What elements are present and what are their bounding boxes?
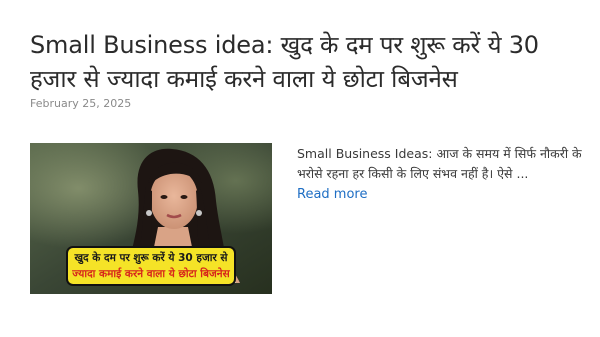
read-more-link[interactable]: Read more [297, 187, 367, 202]
banner-line-1: खुद के दम पर शुरू करें ये 30 हजार से [74, 252, 228, 264]
post-excerpt: Small Business Ideas: आज के समय में सिर्… [297, 146, 582, 181]
blog-post-card: Small Business idea: खुद के दम पर शुरू क… [0, 0, 600, 337]
banner-line-2: ज्यादा कमाई करने वाला ये छोटा बिजनेस [72, 268, 230, 280]
post-date: February 25, 2025 [30, 97, 132, 110]
post-thumbnail[interactable]: खुद के दम पर शुरू करें ये 30 हजार से ज्य… [30, 143, 272, 294]
thumbnail-headline-banner: खुद के दम पर शुरू करें ये 30 हजार से ज्य… [66, 246, 236, 286]
post-title-link[interactable]: Small Business idea: खुद के दम पर शुरू क… [30, 28, 580, 96]
